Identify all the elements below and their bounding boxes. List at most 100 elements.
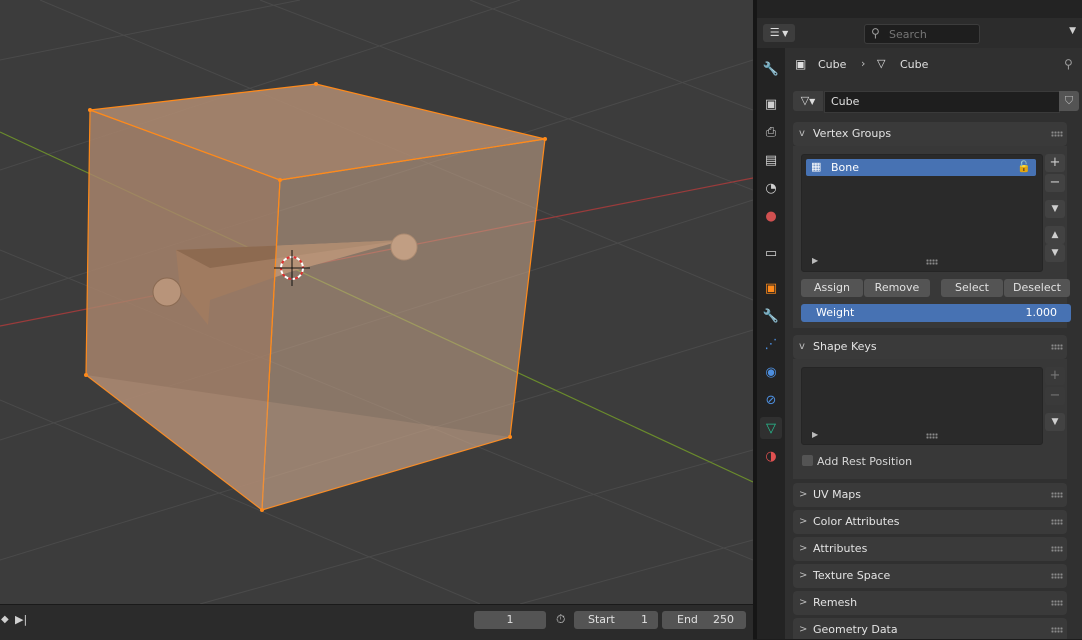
properties-content[interactable]: ▣ Cube › ▽ Cube ⚲ ▽▼ Cube ⛉ v Vertex Gro… <box>785 48 1082 639</box>
constraints-icon: ⊘ <box>765 392 777 408</box>
filter-expand-icon[interactable]: ▶ <box>812 256 818 265</box>
collection-icon: ▭ <box>764 245 778 261</box>
drag-grip-icon[interactable] <box>1051 627 1063 633</box>
cube-mesh[interactable] <box>84 82 547 512</box>
list-item[interactable]: ▦ Bone 🔓 <box>806 159 1036 176</box>
jump-end-icon[interactable]: ▶| <box>15 613 27 626</box>
tab-output[interactable]: ⎙ <box>760 121 782 143</box>
stopwatch-icon[interactable]: ⏱ <box>556 612 565 627</box>
move-down-button[interactable]: ▼ <box>1045 244 1065 262</box>
resize-grip-icon[interactable] <box>926 433 938 439</box>
vertex-group-specials-button[interactable]: ▼ <box>1045 200 1065 218</box>
end-label: End <box>677 613 698 626</box>
add-vertex-group-button[interactable]: + <box>1045 154 1065 172</box>
color-attributes-panel-header[interactable]: > Color Attributes <box>793 510 1067 534</box>
current-frame-field[interactable]: 1 <box>474 611 546 629</box>
tab-render[interactable]: ▣ <box>760 93 782 115</box>
drag-grip-icon[interactable] <box>1051 492 1063 498</box>
geometry-data-panel-header[interactable]: > Geometry Data <box>793 618 1067 639</box>
tab-mesh-data[interactable]: ▽ <box>760 417 782 439</box>
drag-grip-icon[interactable] <box>1051 131 1063 137</box>
keyframe-prev-icon[interactable]: ◆ <box>1 614 9 625</box>
fake-user-button[interactable]: ⛉ <box>1059 91 1079 111</box>
drag-grip-icon[interactable] <box>1051 600 1063 606</box>
shape-keys-panel-header[interactable]: v Shape Keys <box>793 335 1067 359</box>
assign-button[interactable]: Assign <box>801 279 863 297</box>
viewport-canvas[interactable] <box>0 0 753 604</box>
texture-space-panel-header[interactable]: > Texture Space <box>793 564 1067 588</box>
drag-grip-icon[interactable] <box>1051 519 1063 525</box>
tab-world[interactable]: ● <box>760 205 782 227</box>
shield-icon: ⛉ <box>1064 94 1074 107</box>
tab-collection[interactable]: ▭ <box>760 242 782 264</box>
bone-head-joint[interactable] <box>152 277 182 307</box>
world-icon: ● <box>765 208 777 224</box>
chevron-right-icon: > <box>799 597 808 608</box>
attributes-panel-header[interactable]: > Attributes <box>793 537 1067 561</box>
select-button[interactable]: Select <box>941 279 1003 297</box>
remove-vertex-group-button[interactable]: − <box>1045 174 1065 192</box>
panel-title: UV Maps <box>813 488 862 501</box>
add-shape-key-button[interactable]: + <box>1045 367 1065 385</box>
chevron-right-icon: > <box>799 516 808 527</box>
weight-slider[interactable]: Weight 1.000 <box>801 304 1071 322</box>
remove-button[interactable]: Remove <box>864 279 930 297</box>
minus-icon: − <box>1049 175 1061 190</box>
chevron-down-icon: v <box>799 341 805 352</box>
chevron-right-icon: > <box>799 570 808 581</box>
panel-title: Color Attributes <box>813 515 900 528</box>
remesh-panel-header[interactable]: > Remesh <box>793 591 1067 615</box>
tab-physics[interactable]: ◉ <box>760 361 782 383</box>
tab-particles[interactable]: ⋰ <box>760 333 782 355</box>
minus-icon: − <box>1049 388 1061 403</box>
search-input[interactable] <box>887 26 979 42</box>
start-frame-field[interactable]: Start 1 <box>574 611 658 629</box>
mesh-name-field[interactable]: Cube <box>824 91 1060 113</box>
view-layer-icon: ▤ <box>764 152 778 168</box>
tab-object[interactable]: ▣ <box>760 277 782 299</box>
tab-tool[interactable]: 🔧 <box>760 58 782 80</box>
shape-key-specials-button[interactable]: ▼ <box>1045 413 1065 431</box>
panel-title: Remesh <box>813 596 858 609</box>
object-data-icon: ▣ <box>795 57 807 71</box>
chevron-right-icon: > <box>799 489 808 500</box>
drag-grip-icon[interactable] <box>1051 344 1063 350</box>
chevron-down-icon: ▼ <box>809 97 816 106</box>
search-input-wrapper[interactable]: ⚲ <box>864 24 980 44</box>
shape-key-list[interactable]: ▶ <box>801 367 1043 445</box>
3d-viewport[interactable] <box>0 0 753 604</box>
drag-grip-icon[interactable] <box>1051 573 1063 579</box>
weight-label: Weight <box>816 306 855 319</box>
triangle-down-icon: ▼ <box>1051 248 1059 258</box>
vertex-group-list[interactable]: ▦ Bone 🔓 ▶ <box>801 154 1043 272</box>
unlock-icon[interactable]: 🔓 <box>1017 160 1031 173</box>
current-frame-value: 1 <box>506 613 514 626</box>
resize-grip-icon[interactable] <box>926 259 938 265</box>
vertex-groups-panel-body: ▦ Bone 🔓 ▶ + − ▼ ▲ ▼ Assign Remove Selec… <box>793 146 1071 328</box>
output-icon: ⎙ <box>765 124 777 140</box>
start-value: 1 <box>641 613 648 626</box>
uv-maps-panel-header[interactable]: > UV Maps <box>793 483 1067 507</box>
drag-grip-icon[interactable] <box>1051 546 1063 552</box>
add-rest-position-checkbox[interactable] <box>802 455 813 466</box>
outliner-edge <box>757 0 1082 18</box>
options-chevron-icon[interactable]: ▼ <box>1069 26 1076 36</box>
tab-scene[interactable]: ◔ <box>760 177 782 199</box>
move-up-button[interactable]: ▲ <box>1045 226 1065 244</box>
tab-view-layer[interactable]: ▤ <box>760 149 782 171</box>
pin-icon[interactable]: ⚲ <box>1064 57 1073 71</box>
tab-modifier[interactable]: 🔧 <box>760 305 782 327</box>
editor-type-button[interactable]: ☰ ▼ <box>763 24 795 42</box>
remove-shape-key-button[interactable]: − <box>1045 387 1065 405</box>
panel-title: Texture Space <box>813 569 891 582</box>
tab-constraints[interactable]: ⊘ <box>760 389 782 411</box>
chevron-down-icon: ▼ <box>1051 417 1059 427</box>
vertex-groups-panel-header[interactable]: v Vertex Groups <box>793 122 1067 146</box>
mesh-name-value: Cube <box>831 95 860 108</box>
deselect-button[interactable]: Deselect <box>1004 279 1070 297</box>
end-frame-field[interactable]: End 250 <box>662 611 746 629</box>
tab-material[interactable]: ◑ <box>760 445 782 467</box>
chevron-right-icon: > <box>799 543 808 554</box>
mesh-browse-button[interactable]: ▽▼ <box>793 91 823 111</box>
filter-expand-icon[interactable]: ▶ <box>812 430 818 439</box>
